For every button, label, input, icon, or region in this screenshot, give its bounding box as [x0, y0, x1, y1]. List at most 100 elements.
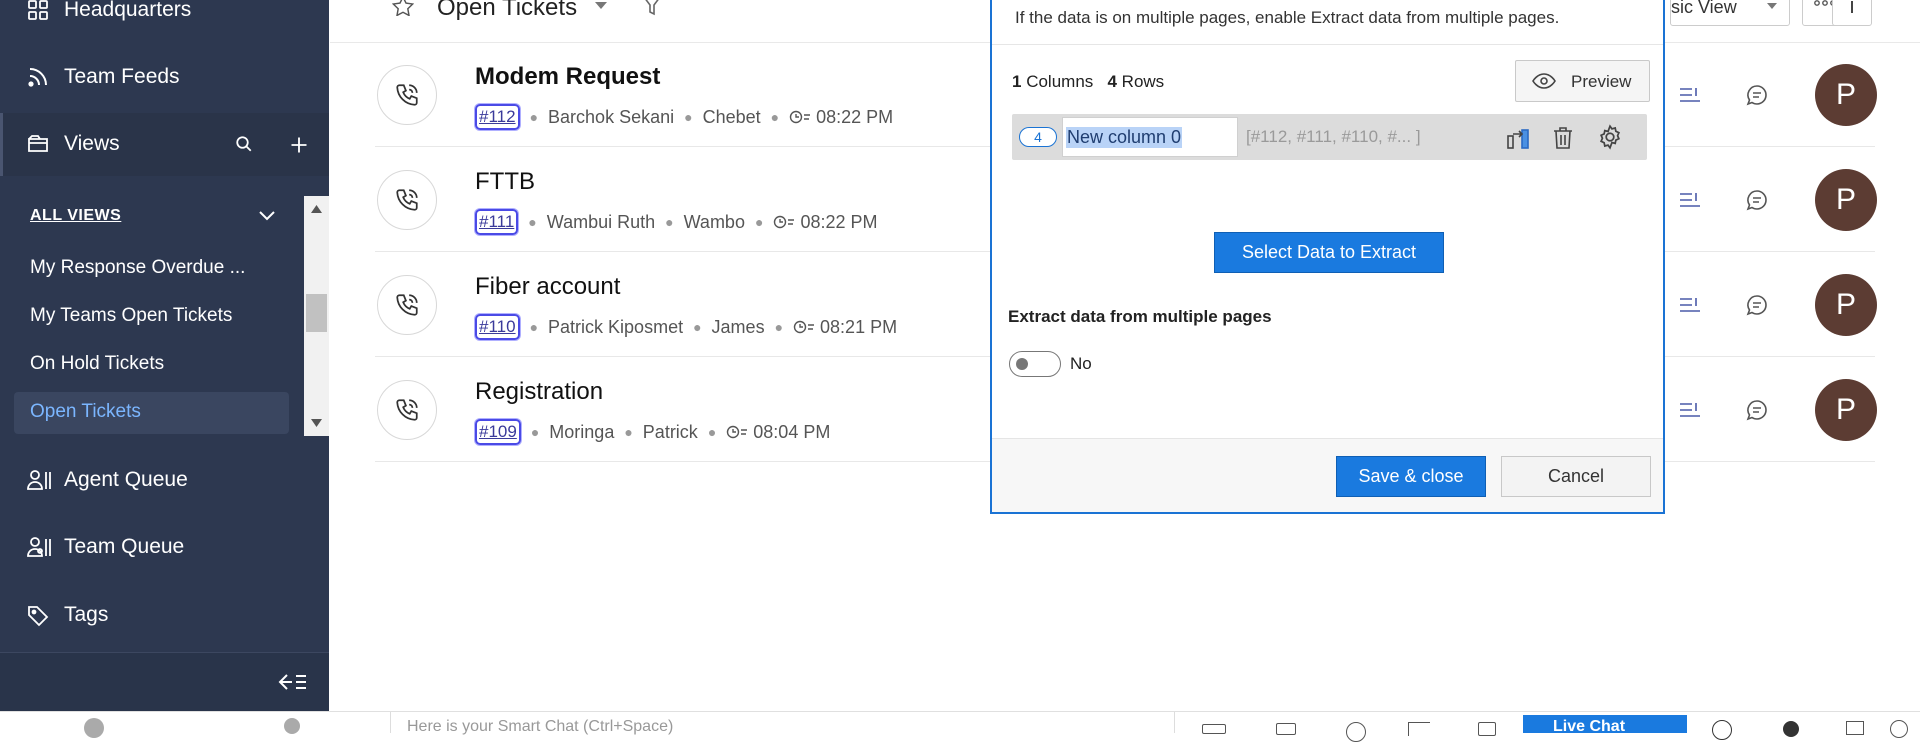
sidebar: Headquarters Team Feeds Views ALL VIEWS …	[0, 0, 329, 711]
extract-data-dialog: If the data is on multiple pages, enable…	[990, 0, 1665, 514]
toggle-knob	[1016, 358, 1028, 370]
ticket-time: 08:22 PM	[816, 106, 894, 127]
chat-bubble-icon[interactable]	[84, 718, 104, 738]
ticket-title[interactable]: Fiber account	[475, 273, 620, 301]
ticket-id[interactable]: #111	[475, 209, 519, 235]
view-item-on-hold[interactable]: On Hold Tickets	[30, 353, 164, 375]
view-mode-dropdown[interactable]: sic View	[1670, 0, 1790, 26]
clock-icon	[793, 320, 815, 334]
feed-icon	[26, 65, 50, 89]
separator-dot: ●	[529, 109, 539, 125]
nav-headquarters[interactable]: Headquarters	[0, 0, 329, 40]
column-select-icon[interactable]	[1505, 126, 1533, 150]
comment-icon[interactable]	[1745, 188, 1769, 212]
view-item-open-tickets[interactable]: Open Tickets	[30, 401, 141, 423]
select-data-button[interactable]: Select Data to Extract	[1214, 232, 1444, 273]
ticket-title[interactable]: FTTB	[475, 168, 535, 196]
scrollbar-thumb[interactable]	[306, 294, 327, 332]
list-icon[interactable]	[1678, 85, 1702, 105]
ticket-contact[interactable]: Patrick Kiposmet	[548, 317, 683, 338]
comment-icon[interactable]	[1745, 398, 1769, 422]
announce-icon[interactable]	[1408, 722, 1430, 736]
note-icon[interactable]	[1276, 723, 1296, 735]
smart-chat-input[interactable]: Here is your Smart Chat (Ctrl+Space)	[390, 712, 1175, 735]
column-badge: 4	[1019, 127, 1057, 147]
ticket-account[interactable]: Wambo	[684, 212, 745, 233]
gear-icon[interactable]	[1597, 124, 1623, 150]
column-name-text: New column 0	[1066, 127, 1183, 148]
avatar[interactable]: P	[1815, 379, 1877, 441]
separator-dot: ●	[530, 424, 540, 440]
separator-dot: ●	[770, 109, 780, 125]
separator-dot: ●	[528, 214, 537, 230]
list-icon[interactable]	[1678, 400, 1702, 420]
save-close-button[interactable]: Save & close	[1336, 456, 1486, 497]
all-views-heading[interactable]: ALL VIEWS	[30, 207, 121, 225]
ticket-title[interactable]: Modem Request	[475, 63, 660, 91]
caret-down-icon[interactable]	[595, 2, 607, 10]
nav-headquarters-label: Headquarters	[64, 0, 192, 21]
nav-agent-queue[interactable]: Agent Queue	[0, 450, 329, 510]
column-sample: [#112, #111, #110, #... ]	[1246, 127, 1421, 146]
ticket-contact[interactable]: Wambui Ruth	[547, 212, 655, 233]
grid-icon	[26, 0, 50, 22]
ticket-contact[interactable]: Barchok Sekani	[548, 107, 674, 128]
view-title[interactable]: Open Tickets	[437, 0, 577, 22]
add-icon[interactable]	[289, 135, 309, 155]
history-icon[interactable]	[1346, 722, 1366, 742]
separator-dot: ●	[774, 319, 784, 335]
list-icon[interactable]	[1678, 295, 1702, 315]
chevron-down-icon[interactable]	[258, 210, 276, 222]
ticket-id[interactable]: #110	[475, 314, 520, 340]
nav-tags[interactable]: Tags	[0, 585, 329, 645]
cancel-button[interactable]: Cancel	[1501, 456, 1651, 497]
star-icon[interactable]	[392, 0, 414, 16]
nav-views[interactable]: Views	[0, 113, 329, 176]
sidebar-footer	[0, 652, 329, 711]
comment-icon[interactable]	[1745, 293, 1769, 317]
night-mode-icon[interactable]	[1783, 721, 1799, 737]
divider	[992, 44, 1663, 45]
accessibility-icon[interactable]	[1712, 720, 1732, 740]
list-icon[interactable]	[1678, 190, 1702, 210]
column-name-input[interactable]: New column 0	[1062, 117, 1238, 157]
comment-icon[interactable]	[1745, 83, 1769, 107]
ticket-title[interactable]: Registration	[475, 378, 603, 406]
ticket-meta: #109 ● Moringa ● Patrick ● 08:04 PM	[475, 418, 830, 446]
live-chat-button[interactable]: Live Chat	[1523, 715, 1687, 735]
tag-icon	[26, 603, 50, 627]
view-item-teams-open[interactable]: My Teams Open Tickets	[30, 305, 232, 327]
export-icon[interactable]	[1478, 722, 1496, 736]
window-icon[interactable]	[1846, 721, 1864, 735]
view-item-response-overdue[interactable]: My Response Overdue ...	[30, 257, 245, 279]
pagination-button[interactable]	[1832, 0, 1872, 26]
ticket-account[interactable]: Patrick	[643, 422, 698, 443]
collapse-sidebar-icon[interactable]	[278, 671, 308, 693]
nav-team-feeds[interactable]: Team Feeds	[0, 47, 329, 107]
keyboard-icon[interactable]	[1202, 724, 1226, 734]
avatar[interactable]: P	[1815, 274, 1877, 336]
search-icon[interactable]	[235, 135, 253, 153]
trash-icon[interactable]	[1552, 126, 1574, 150]
nav-team-queue[interactable]: Team Queue	[0, 517, 329, 577]
ticket-contact[interactable]: Moringa	[549, 422, 614, 443]
ticket-id[interactable]: #112	[475, 104, 520, 130]
search-icon[interactable]	[1890, 720, 1908, 738]
preview-button[interactable]: Preview	[1515, 60, 1650, 102]
folder-icon	[26, 132, 50, 156]
nav-views-label: Views	[64, 132, 120, 155]
separator-dot: ●	[684, 109, 693, 125]
ticket-account[interactable]: Chebet	[703, 107, 761, 128]
scrollbar[interactable]	[304, 196, 329, 436]
columns-label: Columns	[1026, 72, 1094, 91]
separator-dot: ●	[529, 319, 539, 335]
ticket-id[interactable]: #109	[475, 419, 521, 445]
filter-icon[interactable]	[643, 0, 661, 16]
avatar[interactable]: P	[1815, 169, 1877, 231]
phone-icon	[377, 65, 437, 125]
phone-icon	[377, 380, 437, 440]
column-row: 4 New column 0 [#112, #111, #110, #... ]	[1012, 114, 1647, 160]
multi-pages-toggle[interactable]	[1009, 351, 1061, 377]
ticket-account[interactable]: James	[712, 317, 765, 338]
avatar[interactable]: P	[1815, 64, 1877, 126]
